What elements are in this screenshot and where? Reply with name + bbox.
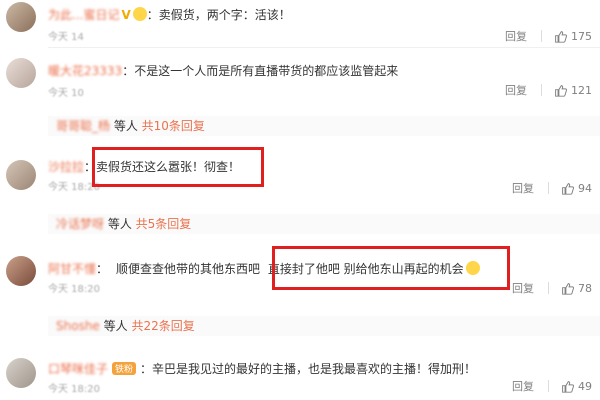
thumbs-up-icon [562, 380, 574, 393]
divider [548, 380, 549, 392]
like-button[interactable]: 121 [554, 84, 592, 97]
timestamp: 今天 18:20 [48, 284, 100, 295]
comment-1: 为此...蜜日记 V ：卖假货，两个字：活该！ 今天 14 回复 175 [0, 0, 600, 48]
avatar[interactable] [6, 160, 36, 190]
timestamp: 今天 10 [48, 88, 84, 99]
comment-text: 不是这一个人而是所有直播带货的都应该监管起来 [134, 64, 399, 78]
separator: ： [96, 262, 109, 276]
comment-actions: 回复 49 [512, 378, 592, 394]
like-count: 94 [578, 181, 592, 195]
subreply-more-link[interactable]: 共5条回复 [136, 217, 192, 231]
timestamp: 今天 18:20 [48, 384, 100, 395]
thumbs-up-icon [555, 84, 567, 97]
avatar[interactable] [6, 2, 36, 32]
avatar[interactable] [6, 256, 36, 286]
subreply-summary[interactable]: 哥哥聪_杨 等人 共10条回复 [48, 116, 600, 136]
reply-button[interactable]: 回复 [512, 378, 534, 394]
separator: ： [122, 64, 135, 78]
timestamp: 今天 14 [48, 32, 84, 43]
username[interactable]: 沙拉拉 [48, 160, 84, 174]
avatar[interactable] [6, 58, 36, 88]
highlight-box [92, 147, 264, 187]
like-count: 175 [571, 29, 592, 43]
like-count: 121 [571, 83, 592, 97]
comment-text: 顺便查查他带的其他东西吧 [116, 262, 264, 276]
thumbs-up-icon [555, 30, 567, 43]
comment-text: 辛巴是我见过的最好的主播，也是我最喜欢的主播！得加刑！ [152, 362, 477, 376]
divider [548, 182, 549, 194]
like-button[interactable]: 49 [561, 380, 592, 393]
fan-badge: 铁粉 [112, 362, 137, 375]
like-count: 49 [578, 379, 592, 393]
divider [541, 84, 542, 96]
subreply-more-link[interactable]: 共10条回复 [142, 119, 205, 133]
row-divider [48, 47, 600, 48]
verified-icon: V [121, 8, 131, 22]
highlight-box [272, 246, 510, 290]
subreply-etc: 等人 [104, 217, 136, 231]
comment-text: 卖假货，两个字：活该！ [158, 8, 291, 22]
username[interactable]: 暖大花23333 [48, 64, 122, 78]
comment-line: 为此...蜜日记 V ：卖假货，两个字：活该！ [48, 6, 600, 23]
comment-actions: 回复 175 [505, 28, 592, 44]
comment-2: 暖大花23333：不是这一个人而是所有直播带货的都应该监管起来 今天 10 回复… [0, 52, 600, 112]
comment-3: 沙拉拉：卖假货还这么嚣张！彻查！ 今天 18:20 回复 94 [0, 142, 600, 204]
comment-line: 口琴咪佳子 铁粉 ：辛巴是我见过的最好的主播，也是我最喜欢的主播！得加刑！ [48, 360, 600, 377]
subreply-users[interactable]: 冷话梦呀 [56, 217, 104, 231]
emoji-icon [132, 7, 147, 21]
subreply-users[interactable]: Shoshe [56, 319, 100, 333]
reply-button[interactable]: 回复 [512, 180, 534, 196]
like-button[interactable]: 94 [561, 182, 592, 195]
comment-actions: 回复 94 [512, 180, 592, 196]
subreply-users[interactable]: 哥哥聪_杨 [56, 119, 110, 133]
comment-actions: 回复 121 [505, 82, 592, 98]
comment-actions: 回复 78 [512, 280, 592, 296]
subreply-summary[interactable]: Shoshe 等人 共22条回复 [48, 316, 600, 336]
subreply-etc: 等人 [99, 319, 132, 333]
subreply-etc: 等人 [110, 119, 142, 133]
username[interactable]: 阿甘不懂 [48, 262, 96, 276]
thumbs-up-icon [562, 282, 574, 295]
separator: ： [146, 8, 159, 22]
divider [548, 282, 549, 294]
avatar[interactable] [6, 358, 36, 388]
thumbs-up-icon [562, 182, 574, 195]
username[interactable]: 为此...蜜日记 [48, 8, 119, 22]
like-button[interactable]: 175 [554, 30, 592, 43]
comment-line: 暖大花23333：不是这一个人而是所有直播带货的都应该监管起来 [48, 62, 600, 79]
like-count: 78 [578, 281, 592, 295]
reply-button[interactable]: 回复 [512, 280, 534, 296]
subreply-summary[interactable]: 冷话梦呀 等人 共5条回复 [48, 214, 600, 234]
like-button[interactable]: 78 [561, 282, 592, 295]
divider [541, 30, 542, 42]
comment-5: 口琴咪佳子 铁粉 ：辛巴是我见过的最好的主播，也是我最喜欢的主播！得加刑！ 今天 1… [0, 342, 600, 400]
username[interactable]: 口琴咪佳子 [48, 362, 108, 376]
reply-button[interactable]: 回复 [505, 28, 527, 44]
subreply-more-link[interactable]: 共22条回复 [131, 319, 194, 333]
reply-button[interactable]: 回复 [505, 82, 527, 98]
separator: ： [140, 362, 153, 376]
